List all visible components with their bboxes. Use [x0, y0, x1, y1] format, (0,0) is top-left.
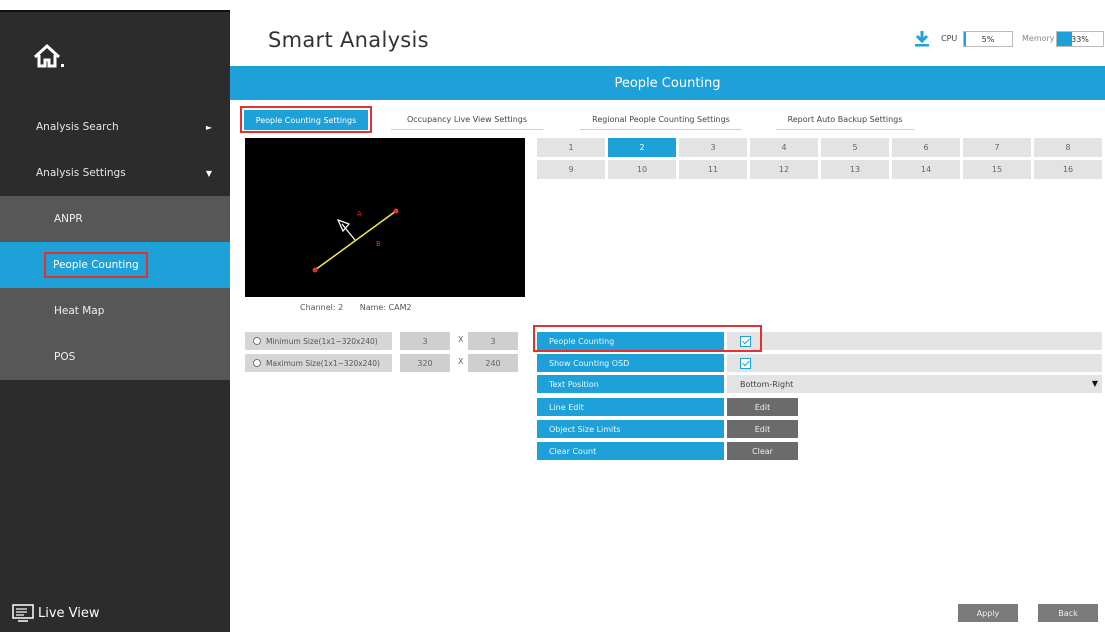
radio-icon[interactable]: [253, 359, 261, 367]
text-position-value: Bottom-Right: [740, 379, 794, 389]
chevron-down-icon: ▼: [205, 168, 212, 178]
memory-usage-bar: 33%: [1056, 31, 1104, 47]
channel-button-14[interactable]: 14: [892, 160, 960, 179]
channel-button-11[interactable]: 11: [679, 160, 747, 179]
show-osd-checkbox[interactable]: [740, 357, 751, 369]
maximum-size-row: Maximum Size(1x1~320x240) 320 X 240: [245, 354, 525, 372]
channel-button-15[interactable]: 15: [963, 160, 1031, 179]
clear-count-label: Clear Count: [537, 442, 724, 460]
sidebar-item-anpr[interactable]: ANPR: [0, 196, 230, 242]
minimum-height-input[interactable]: 3: [468, 332, 518, 350]
text-position-label: Text Position: [537, 375, 724, 393]
tab-label: Occupancy Live View Settings: [406, 115, 528, 124]
channel-button-12[interactable]: 12: [750, 160, 818, 179]
object-size-edit-button[interactable]: Edit: [727, 420, 798, 438]
sidebar-item-label: Analysis Search: [36, 121, 119, 133]
channel-button-3[interactable]: 3: [679, 138, 747, 157]
sidebar-item-analysis-settings[interactable]: Analysis Settings ▼: [0, 150, 230, 196]
line-label-b: B: [376, 240, 381, 248]
camera-name: Name: CAM2: [359, 303, 412, 312]
radio-icon[interactable]: [253, 337, 261, 345]
sidebar-item-heat-map[interactable]: Heat Map: [0, 288, 230, 334]
clear-count-button[interactable]: Clear: [727, 442, 798, 460]
minimum-width-input[interactable]: 3: [400, 332, 450, 350]
home-icon[interactable]: [32, 42, 68, 72]
page-title: Smart Analysis: [268, 28, 429, 52]
section-banner: People Counting: [230, 66, 1105, 100]
tab-label: Report Auto Backup Settings: [787, 115, 903, 124]
tab-occupancy-live-view-settings[interactable]: Occupancy Live View Settings: [391, 110, 543, 130]
video-preview[interactable]: A B: [245, 138, 525, 297]
sidebar-item-label: POS: [54, 351, 76, 363]
chevron-right-icon: ►: [205, 122, 212, 132]
people-counting-highlight-box: [533, 325, 762, 352]
channel-button-10[interactable]: 10: [608, 160, 676, 179]
memory-label: Memory: [1022, 34, 1055, 43]
live-view-label: Live View: [38, 605, 100, 621]
maximum-width-input[interactable]: 320: [400, 354, 450, 372]
maximum-size-label: Maximum Size(1x1~320x240): [266, 358, 380, 368]
show-osd-label: Show Counting OSD: [537, 354, 724, 372]
live-view-button[interactable]: Live View: [12, 604, 100, 622]
tab-label: Regional People Counting Settings: [592, 115, 730, 124]
monitor-icon: [12, 604, 34, 622]
banner-title: People Counting: [614, 75, 721, 91]
line-label-a: A: [357, 210, 362, 218]
apply-button[interactable]: Apply: [958, 604, 1018, 622]
dropdown-arrow-icon: ▼: [1091, 379, 1098, 388]
back-button[interactable]: Back: [1038, 604, 1098, 622]
maximum-size-option[interactable]: Maximum Size(1x1~320x240): [245, 354, 392, 372]
channel-button-4[interactable]: 4: [750, 138, 818, 157]
channel-button-9[interactable]: 9: [537, 160, 605, 179]
channel-button-16[interactable]: 16: [1034, 160, 1102, 179]
cpu-value: 5%: [981, 35, 995, 44]
minimum-size-row: Minimum Size(1x1~320x240) 3 X 3: [245, 332, 525, 350]
sidebar-item-label: Analysis Settings: [36, 167, 126, 179]
sidebar-item-label: Heat Map: [54, 305, 105, 317]
tab-regional-people-counting-settings[interactable]: Regional People Counting Settings: [580, 110, 742, 130]
sidebar-item-people-counting[interactable]: People Counting: [0, 242, 230, 288]
cpu-usage-bar: 5%: [963, 31, 1013, 47]
sidebar-item-label: People Counting: [44, 252, 148, 278]
sidebar-item-label: ANPR: [54, 213, 83, 225]
channel-button-7[interactable]: 7: [963, 138, 1031, 157]
channel-button-13[interactable]: 13: [821, 160, 889, 179]
tab-highlight-box: [240, 106, 372, 133]
sidebar-submenu: ANPR People Counting Heat Map POS: [0, 196, 230, 380]
memory-value: 33%: [1071, 35, 1089, 44]
channel-info: Channel: 2 Name: CAM2: [300, 303, 426, 312]
channel-button-5[interactable]: 5: [821, 138, 889, 157]
line-edit-label: Line Edit: [537, 398, 724, 416]
line-edit-button[interactable]: Edit: [727, 398, 798, 416]
channel-button-1[interactable]: 1: [537, 138, 605, 157]
people-counting-toggle: [727, 332, 1102, 350]
size-separator: X: [458, 357, 464, 366]
sidebar: Analysis Search ► Analysis Settings ▼ AN…: [0, 10, 230, 632]
minimum-size-option[interactable]: Minimum Size(1x1~320x240): [245, 332, 392, 350]
sidebar-item-pos[interactable]: POS: [0, 334, 230, 380]
size-separator: X: [458, 335, 464, 344]
tab-report-auto-backup-settings[interactable]: Report Auto Backup Settings: [776, 110, 914, 130]
sidebar-item-analysis-search[interactable]: Analysis Search ►: [0, 104, 230, 150]
cpu-label: CPU: [941, 34, 958, 43]
object-size-limits-label: Object Size Limits: [537, 420, 724, 438]
channel-label: Channel: 2: [300, 303, 344, 312]
download-icon[interactable]: [914, 30, 930, 51]
channel-button-2[interactable]: 2: [608, 138, 676, 157]
show-osd-toggle: [727, 354, 1102, 372]
channel-button-8[interactable]: 8: [1034, 138, 1102, 157]
minimum-size-label: Minimum Size(1x1~320x240): [266, 336, 378, 346]
maximum-height-input[interactable]: 240: [468, 354, 518, 372]
text-position-select[interactable]: Bottom-Right ▼: [727, 375, 1102, 393]
channel-button-6[interactable]: 6: [892, 138, 960, 157]
